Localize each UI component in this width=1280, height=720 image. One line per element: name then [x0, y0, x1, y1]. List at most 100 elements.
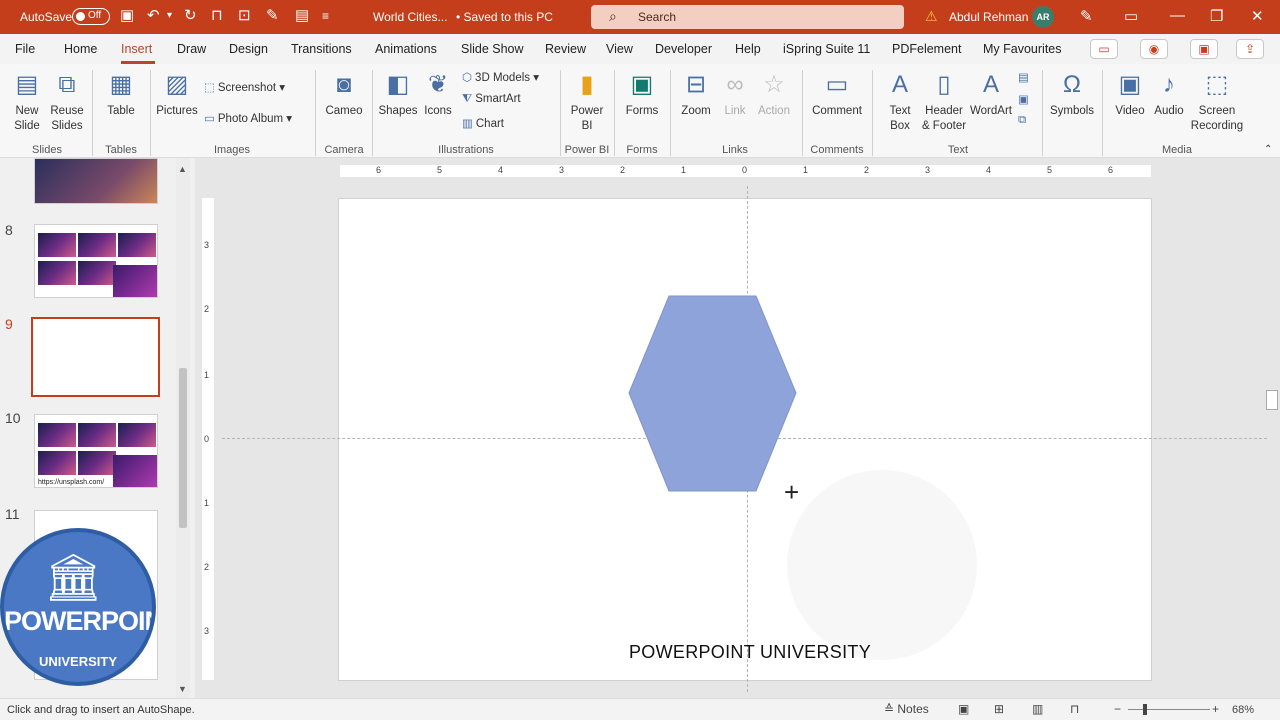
- tab-transitions[interactable]: Transitions: [291, 42, 352, 56]
- search-box[interactable]: ⌕ Search: [591, 5, 904, 29]
- collapse-ribbon-icon[interactable]: ⌃: [1264, 144, 1272, 155]
- slide-sorter-icon[interactable]: ⊞: [994, 702, 1004, 716]
- wordart-button[interactable]: A WordArt: [968, 70, 1014, 119]
- zoom-slider[interactable]: [1128, 709, 1210, 710]
- maximize-icon[interactable]: ❐: [1210, 7, 1223, 25]
- action-button[interactable]: ☆ Action: [754, 70, 794, 119]
- share-button[interactable]: ⇪: [1236, 39, 1264, 59]
- tab-view[interactable]: View: [606, 42, 633, 56]
- symbols-button[interactable]: Ω Symbols: [1048, 70, 1096, 119]
- present-teams-button[interactable]: ▣: [1190, 39, 1218, 59]
- avatar[interactable]: AR: [1032, 6, 1054, 28]
- object-icon[interactable]: ⧉: [1018, 114, 1029, 127]
- forms-button[interactable]: ▣ Forms: [621, 70, 663, 119]
- screenshot-button[interactable]: ⬚ Screenshot ▾: [204, 80, 285, 94]
- slide-number-icon[interactable]: ▣: [1018, 92, 1032, 106]
- pictures-button[interactable]: ▨ Pictures: [156, 70, 198, 119]
- comments-button[interactable]: ▭: [1090, 39, 1118, 59]
- photo-album-button[interactable]: ▭ Photo Album ▾: [204, 111, 292, 125]
- text-box-button[interactable]: A Text Box: [880, 70, 920, 134]
- autosave-toggle[interactable]: Off: [72, 8, 110, 25]
- tab-insert[interactable]: Insert: [121, 42, 152, 56]
- slide-thumbnail-7[interactable]: [34, 158, 158, 204]
- hexagon-shape[interactable]: [628, 295, 797, 492]
- minimize-icon[interactable]: —: [1170, 7, 1185, 24]
- zoom-button[interactable]: ⊟ Zoom: [676, 70, 716, 119]
- zoom-out-icon[interactable]: −: [1114, 702, 1121, 716]
- notes-button[interactable]: ≙ Notes: [884, 702, 929, 716]
- hexagon-polygon[interactable]: [628, 295, 797, 492]
- scroll-down-icon[interactable]: ▼: [178, 684, 187, 694]
- comment-button[interactable]: ▭ Comment: [808, 70, 866, 119]
- zoom-level[interactable]: 68%: [1232, 704, 1254, 716]
- ruler-tick: 1: [803, 165, 809, 175]
- slide-thumbnail-8[interactable]: [34, 224, 158, 298]
- normal-view-icon[interactable]: ▣: [958, 702, 969, 716]
- present-icon[interactable]: ⊓: [211, 7, 223, 25]
- undo-dropdown-icon[interactable]: ▾: [167, 7, 172, 25]
- group-text: Text: [947, 144, 969, 156]
- undo-icon[interactable]: ↶: [147, 7, 160, 25]
- thumbnail-scrollbar[interactable]: ▲ ▼: [176, 158, 190, 698]
- user-name[interactable]: Abdul Rehman: [949, 10, 1028, 24]
- tab-developer[interactable]: Developer: [655, 42, 712, 56]
- new-slide-button[interactable]: ▤ New Slide: [6, 70, 48, 134]
- icons-button[interactable]: ❦ Icons: [420, 70, 456, 119]
- slide-thumbnail-10[interactable]: https://unsplash.com/: [34, 414, 158, 488]
- slide-show-icon[interactable]: ⊓: [1070, 702, 1079, 716]
- customize-qat-icon[interactable]: ≡: [322, 7, 329, 25]
- video-button[interactable]: ▣ Video: [1110, 70, 1150, 119]
- power-bi-button[interactable]: ▮ Power BI: [566, 70, 608, 134]
- group-camera: Camera: [324, 144, 364, 156]
- close-icon[interactable]: ✕: [1251, 7, 1264, 25]
- header-footer-button[interactable]: ▯ Header & Footer: [920, 70, 968, 134]
- zoom-in-icon[interactable]: +: [1212, 702, 1219, 716]
- tab-help[interactable]: Help: [735, 42, 761, 56]
- thumbnail-image: [38, 451, 76, 475]
- pen-icon[interactable]: ✎: [1080, 7, 1093, 25]
- tab-slide-show[interactable]: Slide Show: [461, 42, 524, 56]
- pictures-label: Pictures: [156, 105, 198, 117]
- date-time-icon[interactable]: ▤: [1018, 70, 1032, 84]
- group-power-bi: Power BI: [564, 144, 610, 156]
- cameo-button[interactable]: ◙ Cameo: [322, 70, 366, 119]
- audio-button[interactable]: ♪ Audio: [1150, 70, 1188, 119]
- link-button[interactable]: ∞ Link: [718, 70, 752, 119]
- record-button[interactable]: ◉: [1140, 39, 1168, 59]
- tab-pdfelement[interactable]: PDFelement: [892, 42, 961, 56]
- tab-file[interactable]: File: [15, 42, 35, 56]
- screen-recording-icon: ⬚: [1205, 71, 1229, 98]
- chart-button[interactable]: ▥ Chart: [462, 116, 504, 130]
- ribbon-display-icon[interactable]: ▭: [1124, 7, 1138, 25]
- warning-icon[interactable]: ⚠: [925, 8, 938, 25]
- screenshot-icon[interactable]: ⊡: [238, 7, 251, 25]
- icons-icon: ❦: [427, 71, 449, 98]
- tab-my-favourites[interactable]: My Favourites: [983, 42, 1062, 56]
- tab-animations[interactable]: Animations: [375, 42, 437, 56]
- smartart-button[interactable]: ⧨ SmartArt: [462, 93, 521, 106]
- reading-view-icon[interactable]: ▥: [1032, 702, 1043, 716]
- ruler-tick: 0: [204, 434, 210, 444]
- table-button[interactable]: ▦ Table: [102, 70, 140, 119]
- reuse-slides-button[interactable]: ⧉ Reuse Slides: [48, 70, 86, 134]
- saved-status[interactable]: • Saved to this PC: [456, 10, 553, 24]
- screen-recording-button[interactable]: ⬚ Screen Recording: [1190, 70, 1244, 134]
- tab-home[interactable]: Home: [64, 42, 97, 56]
- scroll-up-icon[interactable]: ▲: [178, 164, 187, 174]
- redo-icon[interactable]: ↻: [184, 7, 197, 25]
- shapes-button[interactable]: ◧ Shapes: [378, 70, 418, 119]
- zoom-slider-handle[interactable]: [1143, 704, 1147, 715]
- slide-footer-text[interactable]: POWERPOINT UNIVERSITY: [560, 642, 940, 663]
- document-title: World Cities...: [373, 10, 448, 24]
- pdf-icon[interactable]: ▤: [295, 7, 309, 25]
- format-painter-icon[interactable]: ✎: [266, 7, 279, 25]
- 3d-models-button[interactable]: ⬡ 3D Models ▾: [462, 70, 539, 84]
- tab-draw[interactable]: Draw: [177, 42, 206, 56]
- tab-ispring[interactable]: iSpring Suite 11: [783, 42, 870, 56]
- tab-design[interactable]: Design: [229, 42, 268, 56]
- scrollbar-thumb[interactable]: [179, 368, 187, 528]
- save-icon[interactable]: ▣: [120, 7, 134, 25]
- slide-thumbnail-9[interactable]: [31, 317, 160, 397]
- editor-scrollbar-thumb[interactable]: [1266, 390, 1278, 410]
- tab-review[interactable]: Review: [545, 42, 586, 56]
